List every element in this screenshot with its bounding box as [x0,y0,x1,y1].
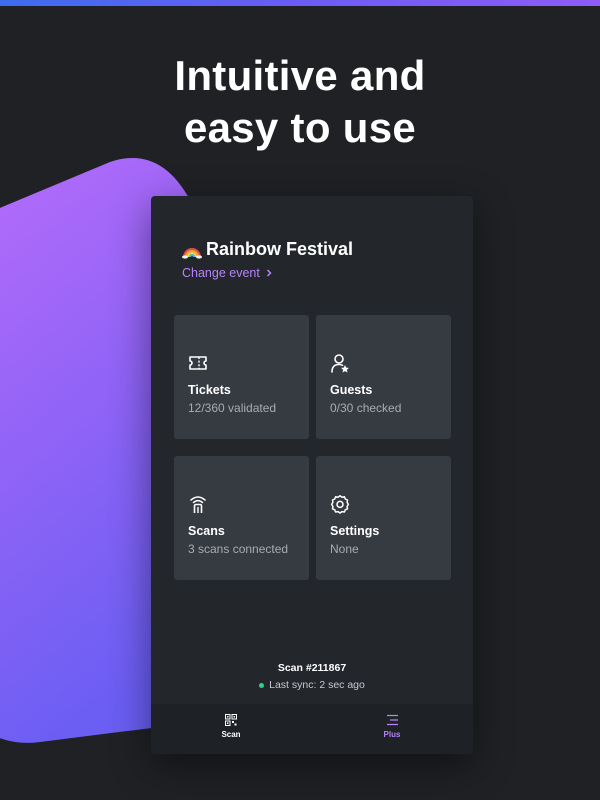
sync-dot-icon [259,682,265,688]
scanner-signal-icon [190,496,206,513]
scan-id: Scan #211867 [277,662,347,674]
nav-scan[interactable]: Scan [201,714,261,739]
settings-card-subtitle: None [330,542,359,556]
settings-card[interactable]: Settings None [316,456,451,580]
qr-code-icon [225,714,237,726]
app-screen: Rainbow Festival Change event Tickets 12… [151,196,473,754]
guests-card[interactable]: Guests 0/30 checked [316,315,451,439]
menu-list-icon [386,714,398,726]
headline-line-2: easy to use [183,104,417,151]
ticket-icon [189,356,207,370]
scan-status: Scan #211867 Last sync: 2 sec ago [151,662,473,691]
headline: Intuitive and easy to use [0,50,600,154]
guests-card-title: Guests [330,383,373,397]
nav-scan-label: Scan [221,730,241,739]
event-title: Rainbow Festival [182,239,353,260]
nav-plus[interactable]: Plus [362,714,422,739]
scans-card-subtitle: 3 scans connected [188,542,289,556]
guest-star-icon [331,354,349,373]
bottom-nav: Scan Plus [151,704,473,754]
rainbow-icon [182,247,202,259]
headline-line-1: Intuitive and [174,52,426,99]
scans-card[interactable]: Scans 3 scans connected [174,456,309,580]
nav-plus-label: Plus [383,730,401,739]
scans-card-title: Scans [188,524,225,538]
change-event-link[interactable]: Change event [182,266,272,280]
tickets-card[interactable]: Tickets 12/360 validated [174,315,309,439]
tickets-card-title: Tickets [188,383,231,397]
change-event-label: Change event [182,266,260,280]
sync-status: Last sync: 2 sec ago [151,679,473,691]
settings-card-title: Settings [330,524,380,538]
gear-icon [330,495,350,514]
chevron-right-icon [266,269,272,277]
guests-card-subtitle: 0/30 checked [330,401,402,415]
sync-text: Last sync: 2 sec ago [269,679,365,691]
tickets-card-subtitle: 12/360 validated [188,401,277,415]
event-title-text: Rainbow Festival [206,239,354,259]
